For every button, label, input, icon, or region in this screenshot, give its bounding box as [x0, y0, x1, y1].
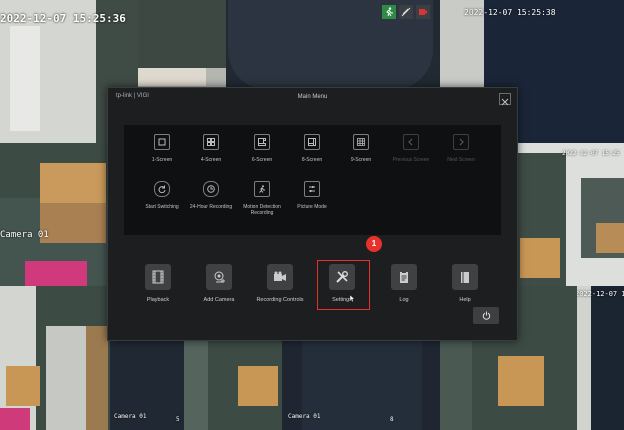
video-camera-icon	[267, 264, 293, 290]
quick-tools-panel: 1-Screen 4-Screen 6-Screen 8-Screen 9-Sc…	[124, 125, 501, 235]
menu-item-playback[interactable]: Playback	[128, 264, 188, 303]
tool-6-screen[interactable]: 6-Screen	[235, 134, 289, 163]
tool-4-screen[interactable]: 4-Screen	[184, 134, 238, 163]
camera-id: 8	[390, 416, 394, 423]
dialog-title: Main Menu	[297, 94, 328, 100]
camera-tile-5[interactable]: 2022-12-07 15:25	[516, 143, 624, 286]
settings-highlight	[317, 260, 370, 310]
tool-motion-detection-recording[interactable]: Motion Detection Recording	[235, 181, 289, 216]
status-icons	[382, 5, 430, 19]
sliders-icon	[304, 181, 320, 197]
square-1-icon	[154, 134, 170, 150]
camera-tile-6[interactable]	[0, 286, 110, 430]
power-icon	[482, 311, 490, 320]
square-8-icon	[304, 134, 320, 150]
camera-caption: Camera 01	[114, 413, 147, 420]
recording-icon	[416, 5, 430, 19]
camera-caption: Camera 01	[288, 413, 321, 420]
book-icon	[452, 264, 478, 290]
menu-item-log[interactable]: Log	[374, 264, 434, 303]
tool-previous-screen[interactable]: Previous Screen	[384, 134, 438, 163]
close-button[interactable]	[499, 93, 511, 106]
tool-24-hour-recording[interactable]: 24-Hour Recording	[184, 181, 238, 210]
clipboard-icon	[391, 264, 417, 290]
power-button[interactable]	[473, 307, 499, 324]
tool-9-screen[interactable]: 9-Screen	[334, 134, 388, 163]
close-icon	[501, 98, 509, 106]
tool-next-screen[interactable]: Next Screen	[434, 134, 488, 163]
menu-item-recording-controls[interactable]: Recording Controls	[250, 264, 310, 303]
menu-item-help[interactable]: Help	[435, 264, 495, 303]
rotate-icon	[154, 181, 170, 197]
camera-caption: Camera 01	[0, 230, 49, 240]
mouse-cursor-icon	[350, 295, 356, 303]
chevron-right-icon	[453, 134, 469, 150]
camera-tile-11[interactable]: 2022-12-07 15	[577, 286, 624, 430]
tool-picture-mode[interactable]: Picture Mode	[285, 181, 339, 210]
film-icon	[145, 264, 171, 290]
timestamp: 2022-12-07 15:25:38	[464, 8, 556, 17]
timestamp: 2022-12-07 15:25:36	[0, 12, 126, 25]
chevron-left-icon	[403, 134, 419, 150]
square-9-icon	[353, 134, 369, 150]
motion-icon	[382, 5, 396, 19]
menu-item-add-camera[interactable]: Add Camera	[189, 264, 249, 303]
camera-add-icon	[206, 264, 232, 290]
annotation-badge: 1	[366, 236, 382, 252]
timestamp: 2022-12-07 15:25	[562, 150, 620, 157]
square-6-icon	[254, 134, 270, 150]
clock-icon	[203, 181, 219, 197]
square-4-icon	[203, 134, 219, 150]
dialog-header: tp-link | VIGI Main Menu	[108, 88, 517, 108]
running-icon	[254, 181, 270, 197]
camera-id: 5	[176, 416, 180, 423]
main-menu-dialog: tp-link | VIGI Main Menu 1-Screen 4-Scre…	[107, 87, 518, 341]
tool-1-screen[interactable]: 1-Screen	[135, 134, 189, 163]
timestamp: 2022-12-07 15	[577, 290, 624, 298]
tool-start-switching[interactable]: Start Switching	[135, 181, 189, 210]
tool-8-screen[interactable]: 8-Screen	[285, 134, 339, 163]
no-sound-icon	[399, 5, 413, 19]
